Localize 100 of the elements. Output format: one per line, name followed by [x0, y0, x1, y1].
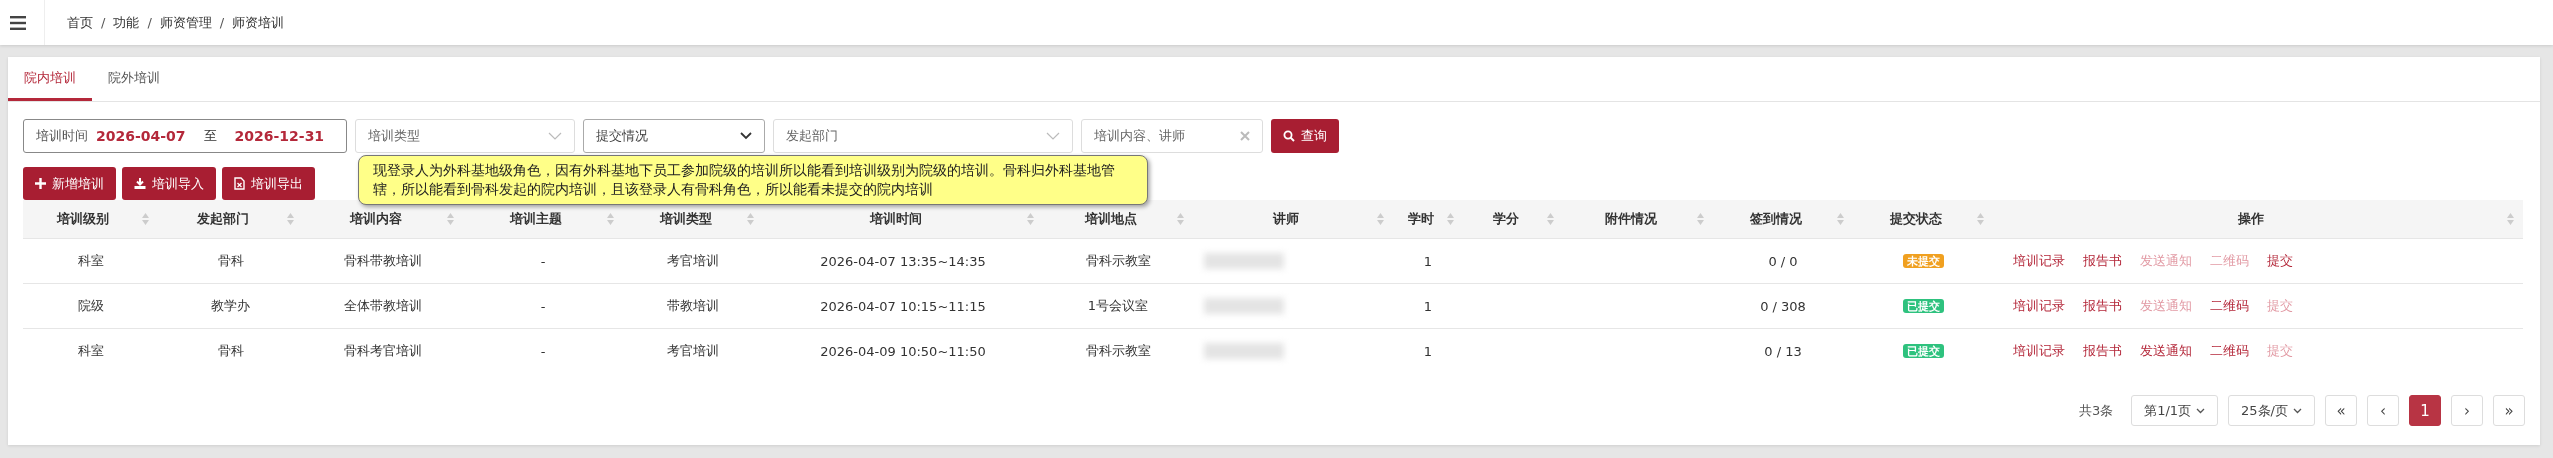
action-button[interactable]: 新增培训 [23, 167, 116, 200]
column-header[interactable]: 附件情况 [1563, 200, 1713, 239]
training-type-select[interactable]: 培训类型 [355, 119, 576, 153]
sort-icon[interactable] [747, 213, 754, 225]
sort-icon[interactable] [1837, 213, 1844, 225]
table-cell: 教学办 [158, 283, 303, 329]
column-header[interactable]: 培训级别 [23, 200, 158, 239]
status-badge: 已提交 [1902, 344, 1944, 358]
action-link[interactable]: 培训记录 [2013, 253, 2065, 268]
sort-icon[interactable] [1027, 213, 1034, 225]
table-cell: - [463, 238, 623, 284]
sort-icon[interactable] [142, 213, 149, 225]
table-cell: 1 [1393, 328, 1463, 373]
tab[interactable]: 院外培训 [92, 57, 176, 101]
table-cell: 考官培训 [623, 328, 763, 373]
table-cell: 2026-04-07 10:15~11:15 [763, 283, 1043, 329]
date-range-field[interactable]: 培训时间 2026-04-07 至 2026-12-31 [23, 119, 348, 153]
breadcrumb-link[interactable]: 首页 [67, 13, 93, 32]
sort-icon[interactable] [1697, 213, 1704, 225]
table-cell: 科室 [23, 238, 158, 284]
sort-icon[interactable] [1447, 213, 1454, 225]
action-link[interactable]: 二维码 [2210, 298, 2249, 313]
sort-icon[interactable] [1377, 213, 1384, 225]
column-header[interactable]: 提交状态 [1853, 200, 1993, 239]
action-link[interactable]: 提交 [2267, 253, 2293, 268]
table-cell: 全体带教培训 [303, 283, 463, 329]
table-cell: 0 / 13 [1713, 328, 1853, 373]
last-page-button[interactable]: » [2493, 395, 2525, 426]
breadcrumb-current: 师资培训 [232, 13, 285, 32]
chevron-down-icon [2293, 407, 2302, 414]
search-button[interactable]: 查询 [1271, 119, 1340, 153]
column-header[interactable]: 学时 [1393, 200, 1463, 239]
breadcrumb-separator: / [147, 15, 152, 30]
chevron-down-icon [2196, 407, 2206, 414]
action-link[interactable]: 报告书 [2083, 343, 2122, 358]
download-icon [134, 178, 146, 189]
action-button[interactable]: 培训导出 [222, 167, 315, 200]
action-link[interactable]: 报告书 [2083, 298, 2122, 313]
table-cell: 1 [1393, 238, 1463, 284]
table-cell: 院级 [23, 283, 158, 329]
table-cell: 科室 [23, 328, 158, 373]
page-button[interactable]: 1 [2409, 395, 2441, 426]
status-badge: 未提交 [1902, 254, 1944, 268]
column-header[interactable]: 培训内容 [303, 200, 463, 239]
chevron-down-icon [548, 132, 563, 140]
first-page-button[interactable]: « [2325, 395, 2357, 426]
table-cell: 0 / 308 [1713, 283, 1853, 329]
action-link[interactable]: 二维码 [2210, 343, 2249, 358]
breadcrumb-separator: / [101, 15, 106, 30]
search-icon [1283, 130, 1296, 142]
previous-page-button[interactable]: ‹ [2367, 395, 2399, 426]
column-header[interactable]: 操作 [1993, 200, 2523, 239]
sort-icon[interactable] [287, 213, 294, 225]
table-cell: 2026-04-07 13:35~14:35 [763, 238, 1043, 284]
action-link[interactable]: 报告书 [2083, 253, 2122, 268]
table-cell: 骨科 [158, 238, 303, 284]
page-size-select[interactable]: 25条/页 [2228, 395, 2315, 426]
menu-icon[interactable] [10, 15, 26, 30]
table-cell: - [463, 283, 623, 329]
tab[interactable]: 院内培训 [8, 57, 92, 101]
table-cell: 带教培训 [623, 283, 763, 329]
document-icon [234, 177, 245, 190]
clear-icon[interactable] [1240, 131, 1251, 141]
action-link[interactable]: 发送通知 [2140, 343, 2192, 358]
table-cell: 骨科示教室 [1043, 238, 1193, 284]
breadcrumb-link[interactable]: 功能 [113, 13, 140, 32]
column-header[interactable]: 发起部门 [158, 200, 303, 239]
column-header[interactable]: 签到情况 [1713, 200, 1853, 239]
page-select[interactable]: 第1/1页 [2131, 395, 2219, 426]
sort-icon[interactable] [1977, 213, 1984, 225]
table-cell: 骨科考官培训 [303, 328, 463, 373]
table-cell: 0 / 0 [1713, 238, 1853, 284]
table-cell: 1 [1393, 283, 1463, 329]
breadcrumb-separator: / [219, 15, 225, 30]
column-header[interactable]: 讲师 [1193, 200, 1393, 239]
action-button[interactable]: 培训导入 [122, 167, 216, 200]
chevron-down-icon [1046, 132, 1061, 140]
action-link[interactable]: 培训记录 [2013, 343, 2065, 358]
sort-icon[interactable] [1177, 213, 1184, 225]
status-badge: 已提交 [1902, 299, 1944, 313]
department-select[interactable]: 发起部门 [773, 119, 1074, 153]
column-header[interactable]: 学分 [1463, 200, 1563, 239]
tooltip: 现登录人为外科基地级角色，因有外科基地下员工参加院级的培训所以能看到培训级别为院级的培训。骨科归外科基地管辖，所以能看到骨科发起的院内培训，且该登录人有骨科角色，所以能看未提交的院内培训 [358, 155, 1148, 205]
action-link[interactable]: 培训记录 [2013, 298, 2065, 313]
next-page-button[interactable]: › [2451, 395, 2483, 426]
plus-icon [35, 178, 46, 189]
table-cell: - [463, 328, 623, 373]
table-cell: 2026-04-09 10:50~11:50 [763, 328, 1043, 373]
table-cell: 骨科带教培训 [303, 238, 463, 284]
sort-icon[interactable] [1547, 213, 1554, 225]
sort-icon[interactable] [447, 213, 454, 225]
keyword-field[interactable]: 培训内容、讲师 [1081, 119, 1264, 153]
breadcrumb-link[interactable]: 师资管理 [159, 13, 212, 32]
table-cell: 考官培训 [623, 238, 763, 284]
submit-status-select[interactable]: 提交情况 [583, 119, 766, 153]
sort-icon[interactable] [607, 213, 614, 225]
sort-icon[interactable] [2507, 213, 2514, 225]
chevron-down-icon [740, 132, 753, 140]
table-cell: 骨科 [158, 328, 303, 373]
table-cell: 1号会议室 [1043, 283, 1193, 329]
